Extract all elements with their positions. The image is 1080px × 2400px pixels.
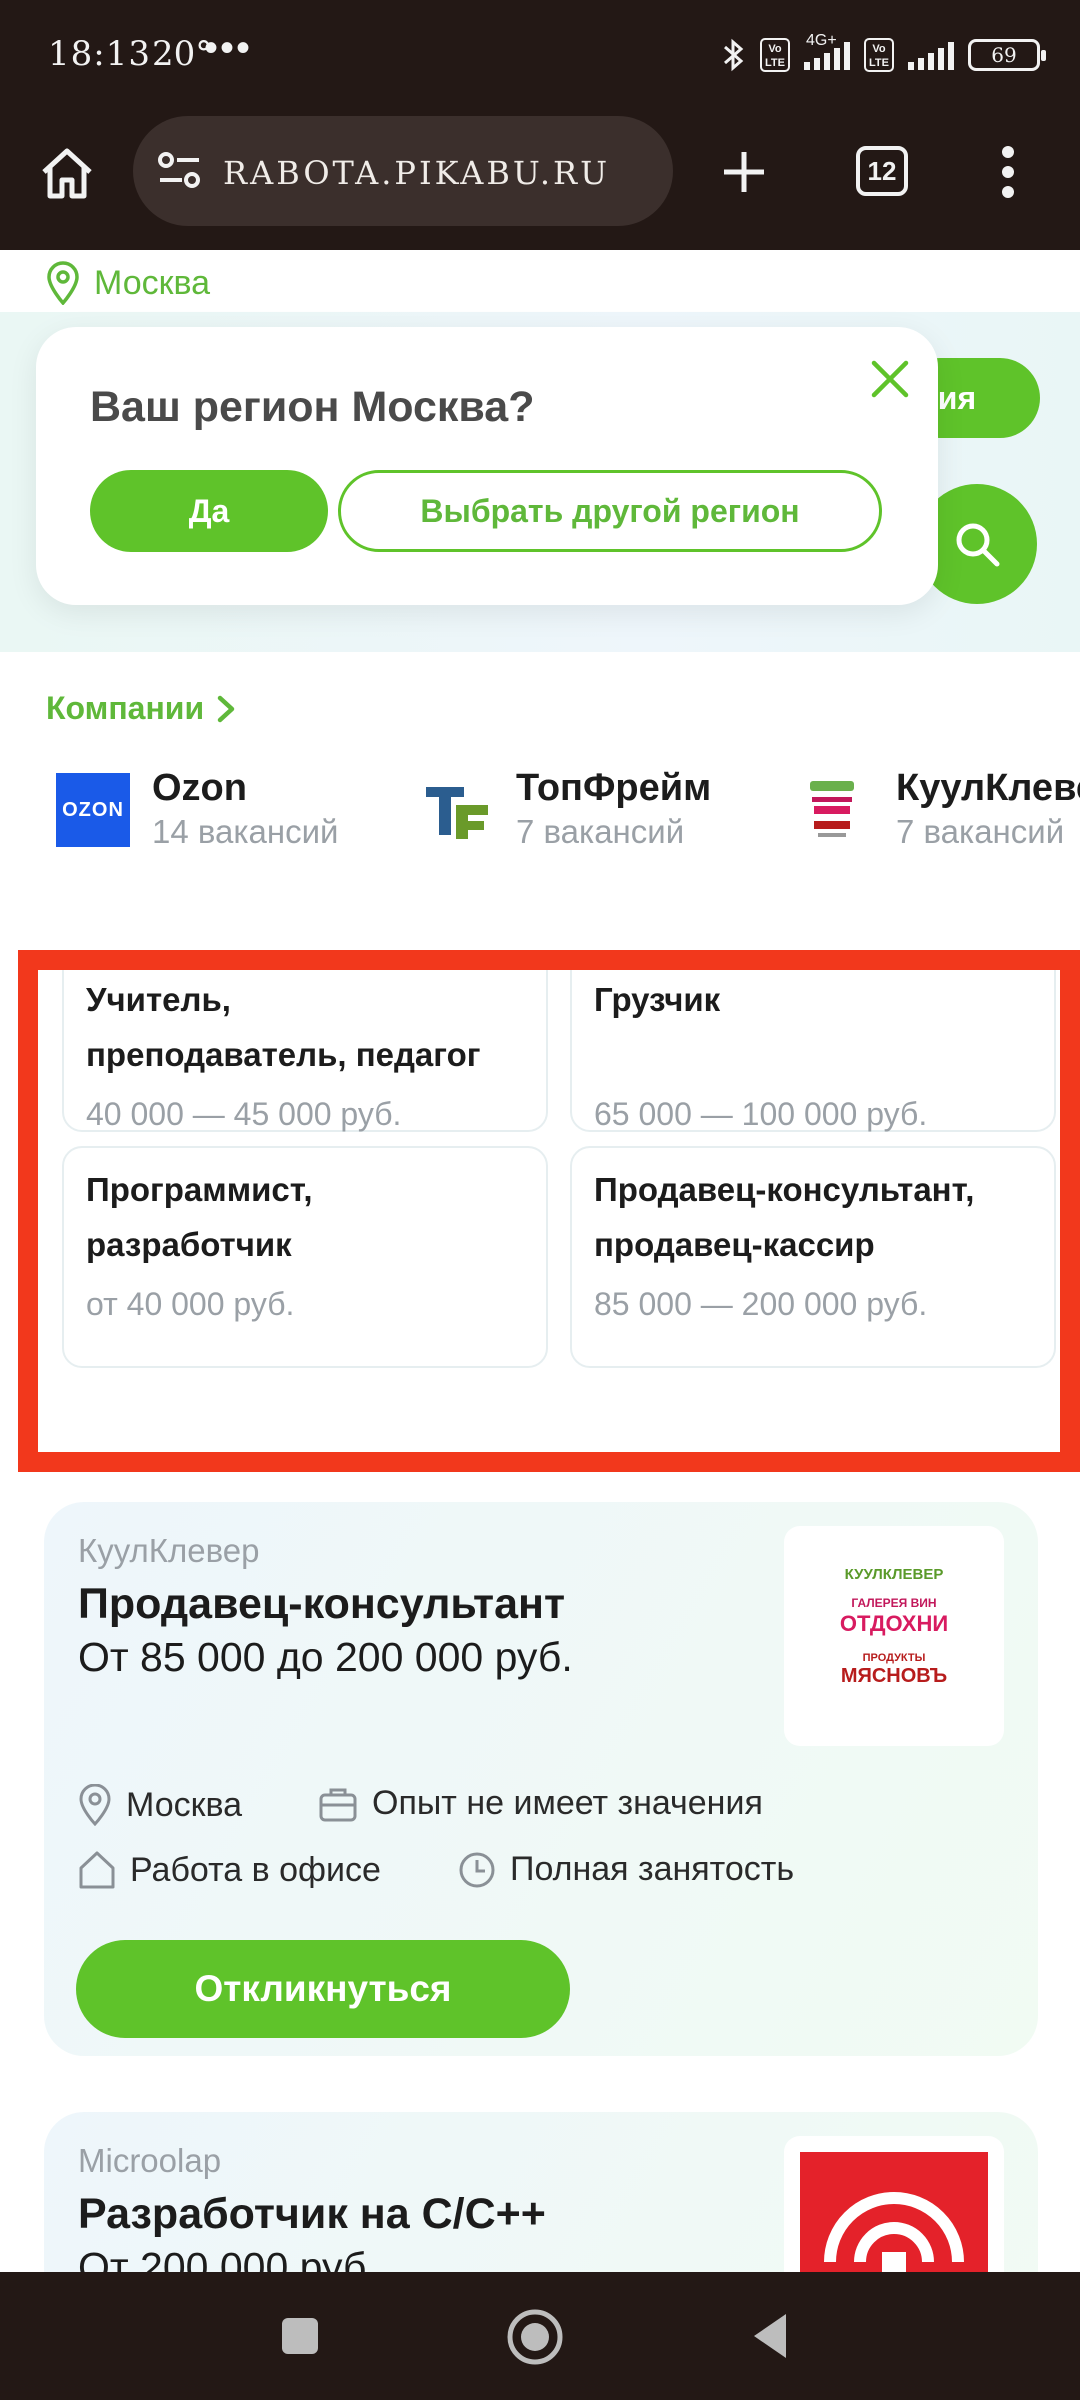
vacancy-company: Microolap [78,2142,222,2179]
profession-card[interactable]: Продавец-консультант, продавец-кассир 85… [570,1146,1056,1368]
home-icon[interactable] [38,146,96,202]
vacancy-format-text: Работа в офисе [130,1850,381,1889]
profession-card[interactable]: Грузчик 65 000 — 100 000 руб. [570,970,1056,1132]
browser-toolbar: RABOTA.PIKABU.RU 12 [0,110,1080,250]
menu-icon[interactable] [1000,144,1016,200]
close-icon[interactable] [866,355,914,403]
vacancy-salary: От 85 000 до 200 000 руб. [78,1634,573,1680]
company-card-ozon[interactable]: OZON Ozon 14 вакансий [56,760,339,860]
url-text: RABOTA.PIKABU.RU [223,154,611,192]
companies-heading-link[interactable]: Компании [46,690,236,727]
profession-title-line2: преподаватель, педагог [86,1036,481,1073]
profession-salary: 65 000 — 100 000 руб. [594,1096,928,1132]
vacancy-format: Работа в офисе [78,1850,381,1890]
profession-title-line2: продавец-кассир [594,1226,875,1263]
address-bar[interactable]: RABOTA.PIKABU.RU [133,116,673,226]
profession-salary: 85 000 — 200 000 руб. [594,1286,928,1322]
logo-line: ПРОДУКТЫ [862,1652,926,1665]
company-name: КуулКлевер [896,767,1080,809]
search-icon [956,523,1000,567]
ozon-logo: OZON [56,773,130,847]
status-time: 18:13 [48,34,151,74]
profession-title-line1: Грузчик [594,981,721,1018]
logo-line: МЯСНОВЪ [840,1664,948,1687]
location-city: Москва [94,263,211,302]
signal-1: 4G+ [804,32,850,70]
company-card-kuulklever[interactable]: КуулКлевер 7 вакансий [800,760,1080,860]
profession-title-line2: разработчик [86,1226,292,1263]
status-indicators: Vo LTE 4G+ Vo LTE 69 [722,30,1046,80]
vacancy-title[interactable]: Продавец-консультант [78,1580,565,1629]
profession-salary: 40 000 — 45 000 руб. [86,1096,402,1132]
region-popup: Ваш регион Москва? Да Выбрать другой рег… [36,327,938,605]
vacancy-experience-text: Опыт не имеет значения [372,1784,763,1822]
profession-title-line1: Учитель, [86,981,231,1018]
vacancy-employment: Полная занятость [458,1850,794,1889]
network-type: 4G+ [806,32,837,49]
profession-salary: от 40 000 руб. [86,1286,295,1322]
company-vacancy-count: 14 вакансий [152,813,339,850]
vacancy-experience: Опыт не имеет значения [318,1784,763,1823]
volte-icon: Vo LTE [760,38,790,72]
chevron-right-icon [217,695,235,722]
professions-highlight: Учитель, преподаватель, педагог 40 000 —… [18,950,1080,1472]
location-pin-icon [47,261,79,305]
status-bar: 18:13 20° ••• Vo LTE 4G+ Vo LTE 69 [0,0,1080,110]
signal-bars-icon-2 [908,40,954,70]
company-vacancy-count: 7 вакансий [516,813,685,850]
logo-line: КУУЛКЛЕВЕР [844,1566,944,1583]
house-icon [79,1851,115,1889]
bluetooth-icon [724,38,744,72]
logo-line: ГАЛЕРЕЯ ВИН [851,1596,937,1611]
tab-switcher-button[interactable]: 12 [856,146,908,196]
apply-button[interactable]: Откликнуться [76,1940,570,2038]
topframe-logo [426,787,488,839]
site-settings-icon[interactable] [157,149,203,193]
nav-recents-icon[interactable] [280,2316,320,2356]
vacancy-card[interactable]: КуулКлевер Продавец-консультант От 85 00… [44,1502,1038,2056]
profession-title-line1: Программист, [86,1171,313,1208]
system-navigation-bar [0,2272,1080,2400]
companies-heading: Компании [46,690,205,726]
region-popup-title: Ваш регион Москва? [90,383,535,431]
profession-card[interactable]: Программист, разработчик от 40 000 руб. [62,1146,548,1368]
screen: 18:13 20° ••• Vo LTE 4G+ Vo LTE 69 RABOTA.… [0,0,1080,2400]
new-tab-icon[interactable] [720,148,768,196]
company-name: ТопФрейм [516,767,712,809]
logo-line: ОТДОХНИ [839,1611,949,1637]
profession-title-line1: Продавец-консультант, [594,1171,975,1208]
location-pin-icon [79,1784,111,1826]
profession-title-line2 [594,1027,1032,1082]
company-vacancy-count: 7 вакансий [896,813,1065,850]
clock-icon [459,1852,495,1887]
vacancy-employment-text: Полная занятость [510,1850,795,1888]
company-name: Ozon [152,767,247,809]
vacancy-title[interactable]: Разработчик на C/C++ [78,2190,546,2239]
ozon-logo-text: OZON [62,798,124,821]
location-selector[interactable]: Москва [46,258,210,308]
kuulklever-logo [810,781,854,837]
volte-icon-2: Vo LTE [864,38,894,72]
briefcase-icon [319,1788,357,1821]
company-card-topframe[interactable]: ТопФрейм 7 вакансий [420,760,711,860]
profession-card[interactable]: Учитель, преподаватель, педагог 40 000 —… [62,970,548,1132]
vacancy-city: Москва [78,1784,242,1826]
nav-home-icon[interactable] [506,2308,564,2366]
nav-back-icon[interactable] [750,2312,790,2360]
region-other-button[interactable]: Выбрать другой регион [338,470,882,552]
region-yes-button[interactable]: Да [90,470,328,552]
vacancy-city-text: Москва [126,1785,243,1824]
vacancy-company: КуулКлевер [78,1532,260,1569]
battery-indicator: 69 [968,39,1046,71]
status-more-dots: ••• [204,26,253,70]
vacancy-company-logo: КУУЛКЛЕВЕР ГАЛЕРЕЯ ВИН ОТДОХНИ ПРОДУКТЫ … [784,1526,1004,1746]
